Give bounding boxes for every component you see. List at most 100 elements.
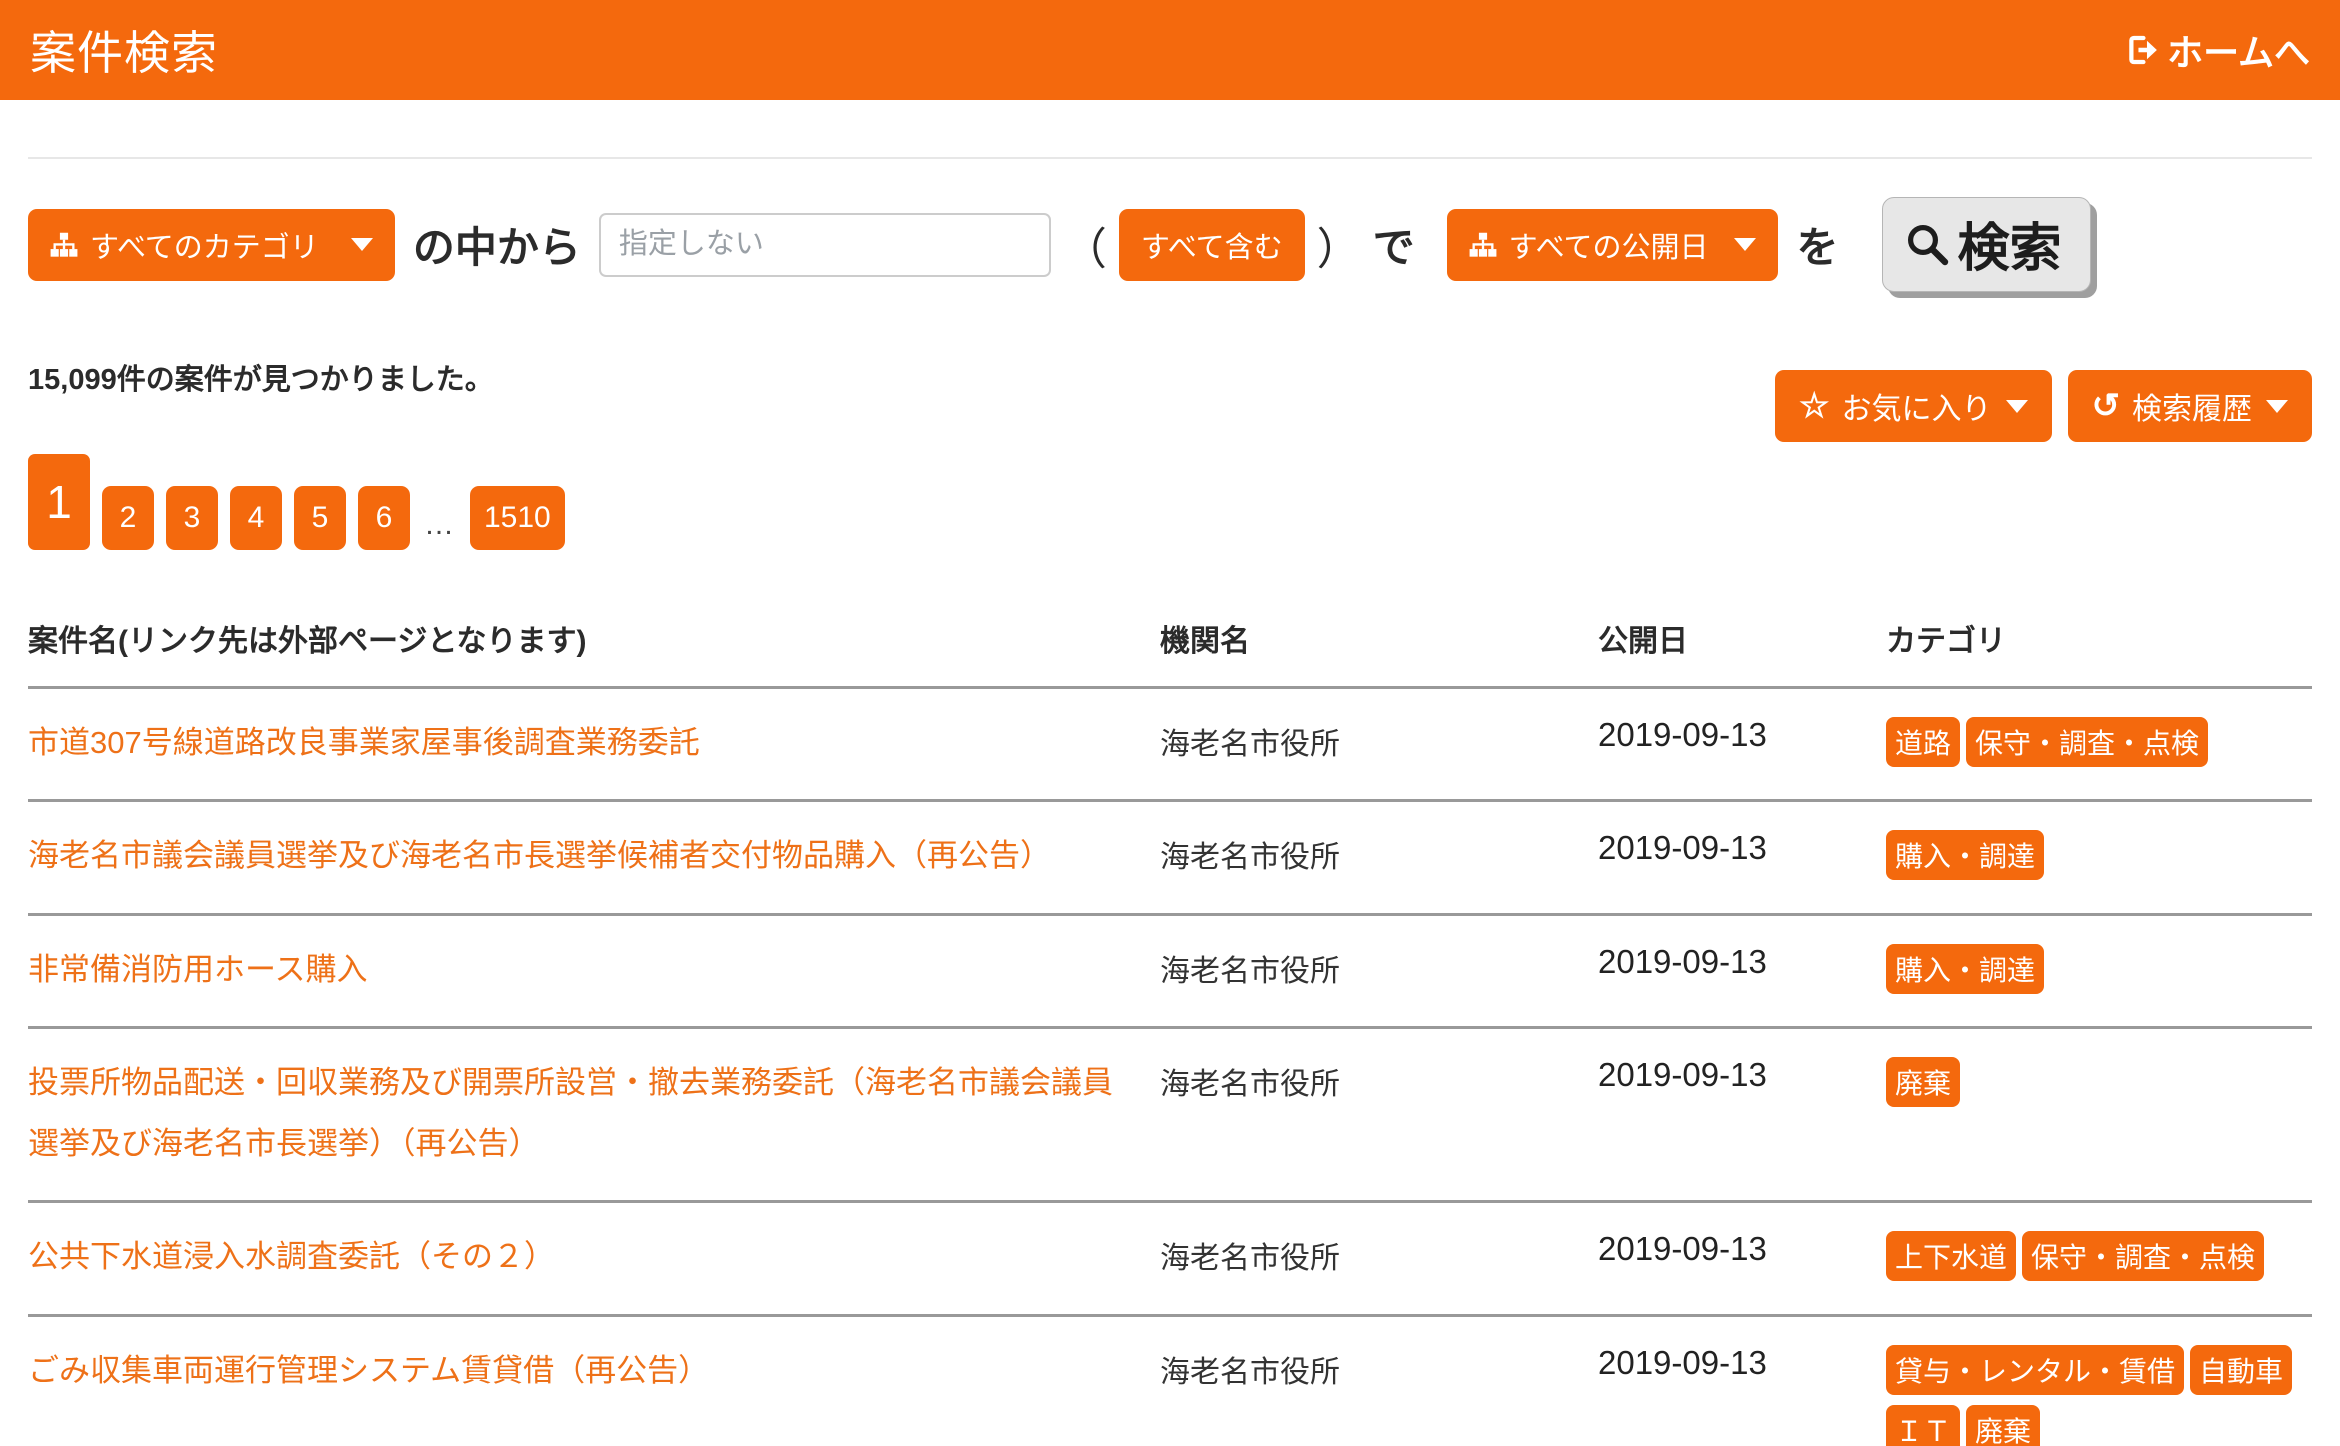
chevron-down-icon <box>1734 238 1756 251</box>
page-ellipsis: … <box>422 508 458 550</box>
publish-date-cell: 2019-09-13 <box>1598 713 1886 754</box>
agency-cell: 海老名市役所 <box>1160 1341 1598 1391</box>
category-badge: 購入・調達 <box>1886 830 2044 880</box>
category-badge: 自動車 <box>2190 1345 2292 1395</box>
publish-date-cell: 2019-09-13 <box>1598 1341 1886 1382</box>
case-link[interactable]: 公共下水道浸入水調査委託（その２） <box>28 1239 555 1274</box>
category-dropdown[interactable]: すべてのカテゴリ <box>28 209 395 281</box>
header-divider <box>28 157 2312 159</box>
pagination: 123456 … 1510 <box>28 454 2312 550</box>
table-header-row: 案件名(リンク先は外部ページとなります) 機関名 公開日 カテゴリ <box>28 600 2312 686</box>
case-name-cell: 公共下水道浸入水調査委託（その２） <box>28 1227 1160 1287</box>
favorites-button[interactable]: ☆ お気に入り <box>1775 370 2051 442</box>
category-badge: 購入・調達 <box>1886 944 2044 994</box>
joiner-text: で <box>1373 214 1415 275</box>
category-badge: 保守・調査・点検 <box>2022 1231 2264 1281</box>
agency-cell: 海老名市役所 <box>1160 940 1598 990</box>
category-cell: 貸与・レンタル・賃借自動車 ＩＴ廃棄 <box>1886 1341 2312 1446</box>
table-body: 市道307号線道路改良事業家屋事後調査業務委託海老名市役所2019-09-13道… <box>28 686 2312 1446</box>
category-cell: 購入・調達 <box>1886 940 2312 994</box>
case-name-cell: 非常備消防用ホース購入 <box>28 940 1160 1000</box>
publish-date-cell: 2019-09-13 <box>1598 1053 1886 1094</box>
joiner-text: の中から <box>413 214 581 275</box>
table-row: 非常備消防用ホース購入 海老名市役所2019-09-13購入・調達 <box>28 913 2312 1026</box>
category-badge: 貸与・レンタル・賃借 <box>1886 1345 2184 1395</box>
category-cell: 道路保守・調査・点検 <box>1886 713 2312 767</box>
case-link[interactable]: 非常備消防用ホース購入 <box>28 952 367 987</box>
category-dropdown-label: すべてのカテゴリ <box>90 224 319 266</box>
search-history-button[interactable]: ↺ 検索履歴 <box>2068 370 2313 442</box>
category-badge: ＩＴ <box>1886 1405 1960 1446</box>
page-button[interactable]: 2 <box>102 486 154 550</box>
case-link[interactable]: 市道307号線道路改良事業家屋事後調査業務委託 <box>28 725 700 760</box>
star-icon: ☆ <box>1799 389 1829 423</box>
case-link[interactable]: 投票所物品配送・回収業務及び開票所設営・撤去業務委託（海老名市議会議員選挙及び海… <box>28 1065 1113 1160</box>
match-mode-button[interactable]: すべて含む <box>1119 209 1305 281</box>
action-buttons: ☆ お気に入り ↺ 検索履歴 <box>1775 370 2312 442</box>
chevron-down-icon <box>2006 400 2028 413</box>
publish-date-dropdown-label: すべての公開日 <box>1509 224 1709 266</box>
results-count: 15,099件の案件が見つかりました。 <box>28 352 494 398</box>
page-button[interactable]: 5 <box>294 486 346 550</box>
category-badge: 廃棄 <box>1886 1057 1960 1107</box>
joiner-text: を <box>1796 214 1838 275</box>
agency-cell: 海老名市役所 <box>1160 1227 1598 1277</box>
favorites-label: お気に入り <box>1842 384 1992 428</box>
page-button-current[interactable]: 1 <box>28 454 90 550</box>
chevron-down-icon <box>351 238 373 251</box>
search-button[interactable]: 検索 <box>1882 197 2090 292</box>
paren-open: （ <box>1063 213 1107 277</box>
column-header-category: カテゴリ <box>1886 616 2312 660</box>
category-badge: 道路 <box>1886 717 1960 767</box>
page-button[interactable]: 4 <box>230 486 282 550</box>
publish-date-cell: 2019-09-13 <box>1598 1227 1886 1268</box>
case-name-cell: 海老名市議会議員選挙及び海老名市長選挙候補者交付物品購入（再公告） <box>28 826 1160 886</box>
page-button[interactable]: 3 <box>166 486 218 550</box>
case-table: 案件名(リンク先は外部ページとなります) 機関名 公開日 カテゴリ 市道307号… <box>28 600 2312 1446</box>
agency-cell: 海老名市役所 <box>1160 1053 1598 1103</box>
search-bar: すべてのカテゴリ の中から （ すべて含む ） で すべての公開日 を <box>28 197 2312 292</box>
agency-cell: 海老名市役所 <box>1160 713 1598 763</box>
category-badge: 廃棄 <box>1966 1405 2040 1446</box>
publish-date-cell: 2019-09-13 <box>1598 940 1886 981</box>
table-row: 海老名市議会議員選挙及び海老名市長選挙候補者交付物品購入（再公告） 海老名市役所2… <box>28 799 2312 912</box>
chevron-down-icon <box>2266 400 2288 413</box>
case-name-cell: ごみ収集車両運行管理システム賃貸借（再公告） <box>28 1341 1160 1401</box>
category-cell: 上下水道保守・調査・点検 <box>1886 1227 2312 1281</box>
home-link-label: ホームへ <box>2167 24 2310 76</box>
keyword-input[interactable] <box>599 213 1051 277</box>
search-icon <box>1903 220 1951 268</box>
sign-out-icon <box>2125 33 2159 67</box>
case-name-cell: 投票所物品配送・回収業務及び開票所設営・撤去業務委託（海老名市議会議員選挙及び海… <box>28 1053 1160 1174</box>
publish-date-cell: 2019-09-13 <box>1598 826 1886 867</box>
sitemap-icon <box>50 231 78 259</box>
category-cell: 購入・調達 <box>1886 826 2312 880</box>
history-label: 検索履歴 <box>2132 384 2252 428</box>
category-badge: 保守・調査・点検 <box>1966 717 2208 767</box>
results-row: 15,099件の案件が見つかりました。 ☆ お気に入り ↺ 検索履歴 <box>28 352 2312 442</box>
category-badge: 上下水道 <box>1886 1231 2016 1281</box>
header-bar: 案件検索 ホームへ <box>0 0 2340 100</box>
case-link[interactable]: ごみ収集車両運行管理システム賃貸借（再公告） <box>28 1353 709 1388</box>
page-title: 案件検索 <box>30 17 218 83</box>
table-row: 公共下水道浸入水調査委託（その２） 海老名市役所2019-09-13上下水道保守・… <box>28 1200 2312 1313</box>
column-header-agency: 機関名 <box>1160 616 1598 660</box>
publish-date-dropdown[interactable]: すべての公開日 <box>1447 209 1779 281</box>
history-icon: ↺ <box>2092 389 2121 423</box>
category-cell: 廃棄 <box>1886 1053 2312 1107</box>
table-row: 市道307号線道路改良事業家屋事後調査業務委託 海老名市役所2019-09-13道… <box>28 686 2312 799</box>
sitemap-icon <box>1469 231 1497 259</box>
home-link[interactable]: ホームへ <box>2125 24 2310 76</box>
agency-cell: 海老名市役所 <box>1160 826 1598 876</box>
column-header-date: 公開日 <box>1598 616 1886 660</box>
table-row: 投票所物品配送・回収業務及び開票所設営・撤去業務委託（海老名市議会議員選挙及び海… <box>28 1026 2312 1200</box>
paren-close: ） <box>1317 213 1361 277</box>
case-name-cell: 市道307号線道路改良事業家屋事後調査業務委託 <box>28 713 1160 773</box>
page-button[interactable]: 6 <box>358 486 410 550</box>
column-header-name: 案件名(リンク先は外部ページとなります) <box>28 616 1160 660</box>
page-button-last[interactable]: 1510 <box>470 486 565 550</box>
search-button-label: 検索 <box>1957 206 2061 281</box>
table-row: ごみ収集車両運行管理システム賃貸借（再公告） 海老名市役所2019-09-13貸与… <box>28 1314 2312 1446</box>
case-link[interactable]: 海老名市議会議員選挙及び海老名市長選挙候補者交付物品購入（再公告） <box>28 838 1051 873</box>
match-mode-label: すべて含む <box>1141 224 1283 266</box>
